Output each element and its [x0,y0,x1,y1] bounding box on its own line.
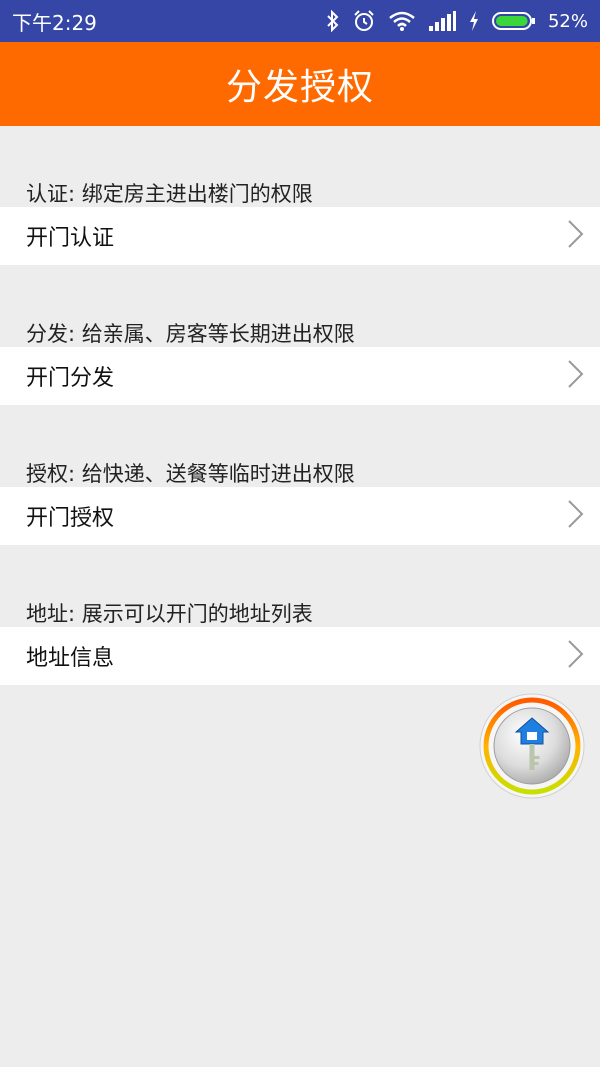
status-time: 下午2:29 [12,10,97,35]
wifi-icon [388,10,416,32]
page-title: 分发授权 [225,67,374,108]
door-open-fab[interactable] [476,692,588,800]
row-door-distribute[interactable]: 开门分发 [0,347,600,405]
bluetooth-icon [326,10,340,32]
chevron-right-icon [566,639,586,673]
row-address-info[interactable]: 地址信息 [0,627,600,685]
status-icons: 52% [326,9,588,33]
row-label: 地址信息 [26,646,115,671]
status-bar: 下午2:29 52% [0,0,600,42]
header-bar: 分发授权 [0,42,600,126]
row-door-grant[interactable]: 开门授权 [0,487,600,545]
house-key-icon [479,693,585,799]
section-description-grant: 授权: 给快递、送餐等临时进出权限 [26,462,355,486]
battery-percent: 52% [547,10,588,32]
section-description-distribute: 分发: 给亲属、房客等长期进出权限 [26,322,355,346]
row-door-auth[interactable]: 开门认证 [0,207,600,265]
chevron-right-icon [566,219,586,253]
chevron-right-icon [566,499,586,533]
charging-icon [468,10,480,32]
row-label: 开门授权 [26,506,115,531]
section-description-address: 地址: 展示可以开门的地址列表 [26,602,313,626]
chevron-right-icon [566,359,586,393]
row-label: 开门认证 [26,226,115,251]
signal-icon [428,10,456,32]
row-label: 开门分发 [26,366,115,391]
section-description-auth: 认证: 绑定房主进出楼门的权限 [26,182,313,206]
battery-icon [491,10,536,32]
alarm-icon [352,9,376,33]
